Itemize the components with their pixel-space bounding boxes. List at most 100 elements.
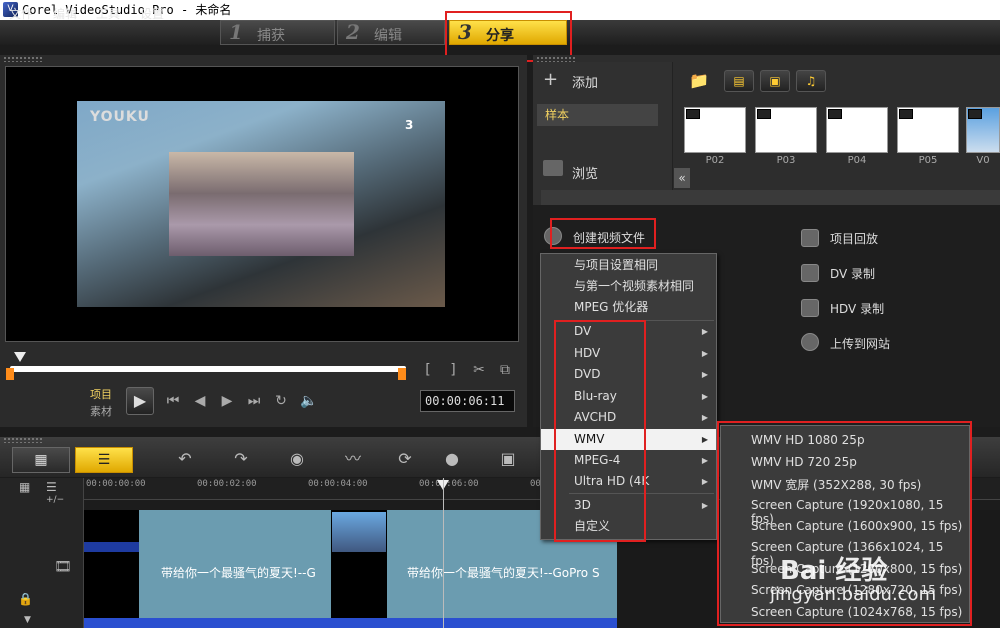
video-clip-thumbnail <box>332 512 386 552</box>
menu-edit[interactable]: 编辑 <box>53 5 77 22</box>
step-label: 捕获 <box>257 28 285 44</box>
step-number: 1 <box>229 20 243 44</box>
timecode-field[interactable]: 00:00:06:11 <box>420 390 515 412</box>
clip-black-segment[interactable] <box>84 510 139 618</box>
submenu-arrow-icon: ▶ <box>701 349 708 358</box>
dv-camera-icon <box>801 264 819 282</box>
mark-in-icon[interactable]: [ <box>417 359 439 381</box>
trim-end-marker[interactable] <box>398 368 406 380</box>
globe-icon <box>801 333 819 351</box>
thumbnail-label: P03 <box>776 155 796 166</box>
step-number: 2 <box>346 20 360 44</box>
film-icon <box>828 109 842 119</box>
submenu-arrow-icon: ▶ <box>701 435 708 444</box>
undo-icon[interactable]: ↶ <box>170 447 200 471</box>
scrub-bar[interactable] <box>10 366 406 372</box>
tab-capture[interactable]: 1 捕获 <box>220 20 335 45</box>
thumbnail[interactable] <box>684 107 746 153</box>
mark-out-icon[interactable]: ] <box>442 359 464 381</box>
title-clip[interactable]: 带给你一个最骚气的夏天!--G <box>139 510 331 618</box>
upload-button[interactable]: 上传到网站 <box>830 335 890 352</box>
submenu-arrow-icon: ▶ <box>701 327 708 336</box>
timeline-view-icon[interactable]: ☰ <box>75 447 133 473</box>
audio-filter-icon[interactable]: ♫ <box>796 70 826 92</box>
hdv-camera-icon <box>801 299 819 317</box>
menu-item-label: 与项目设置相同 <box>574 258 659 272</box>
play-button[interactable]: ▶ <box>126 387 154 415</box>
baidu-watermark-url: jingyan.baidu.com <box>770 584 937 605</box>
sample-folder-item[interactable]: 样本 <box>537 104 658 126</box>
scrubber-handle[interactable] <box>14 352 26 362</box>
menu-settings[interactable]: 设置 <box>140 5 164 22</box>
tick-label: 00:00:02:00 <box>197 479 257 489</box>
storyboard-view-icon[interactable]: ▦ <box>12 447 70 473</box>
menu-item-mpeg-optimizer[interactable]: MPEG 优化器 <box>541 297 716 318</box>
go-start-icon[interactable]: ⏮ <box>162 390 184 412</box>
title-clip-text: 带给你一个最骚气的夏天!--G <box>161 566 316 580</box>
folder-icon[interactable]: 📁 <box>689 71 709 90</box>
submenu-arrow-icon: ▶ <box>701 413 708 422</box>
record-capture-icon[interactable]: ◉ <box>282 447 312 471</box>
highlight-box-formats <box>554 320 646 542</box>
prev-frame-icon[interactable]: ◀ <box>189 390 211 412</box>
project-playback-button[interactable]: 项目回放 <box>830 230 878 247</box>
multi-trim-icon[interactable]: ● <box>437 447 467 471</box>
volume-icon[interactable]: 🔈 <box>298 390 320 412</box>
mode-project[interactable]: 项目 <box>90 386 112 402</box>
auto-music-icon[interactable]: ⟳ <box>390 447 420 471</box>
menu-file[interactable]: 文件 <box>9 5 33 22</box>
redo-icon[interactable]: ↷ <box>226 447 256 471</box>
menu-item-same-as-first-clip[interactable]: 与第一个视频素材相同 <box>541 276 716 297</box>
chapter-icon[interactable]: ☰ <box>46 480 57 494</box>
thumbnail[interactable] <box>755 107 817 153</box>
thumbnail-label: P04 <box>847 155 867 166</box>
go-end-icon[interactable]: ⏭ <box>243 390 265 412</box>
title-safe-icon[interactable]: ▣ <box>493 447 523 471</box>
film-icon <box>899 109 913 119</box>
add-label: 添加 <box>572 76 599 91</box>
trim-start-marker[interactable] <box>6 368 14 380</box>
video-filter-icon[interactable]: ▤ <box>724 70 754 92</box>
film-icon <box>686 109 700 119</box>
thumbnail[interactable] <box>966 107 1000 153</box>
playback-icon <box>801 229 819 247</box>
step-label: 编辑 <box>374 28 402 44</box>
thumbnail-label: P02 <box>705 155 725 166</box>
menu-tools[interactable]: 工具 <box>96 5 120 22</box>
timeline-playhead <box>443 478 444 628</box>
mode-clip[interactable]: 素材 <box>90 403 112 419</box>
thumbnail-label: P05 <box>918 155 938 166</box>
collapse-library-icon[interactable]: « <box>674 168 690 188</box>
video-clip[interactable] <box>331 510 387 618</box>
thumbnail[interactable] <box>826 107 888 153</box>
expand-track-icon[interactable]: ▼ <box>24 615 31 625</box>
clip-transition-bar <box>84 542 139 552</box>
baidu-watermark-logo: Bai 经验 <box>780 556 888 586</box>
submenu-arrow-icon: ▶ <box>701 456 708 465</box>
zoom-fit-icon[interactable]: +/− <box>46 495 64 505</box>
browse-icon <box>543 160 563 176</box>
submenu-arrow-icon: ▶ <box>701 370 708 379</box>
add-button[interactable]: + 添加 <box>541 67 671 95</box>
thumbnail[interactable] <box>897 107 959 153</box>
sound-mixer-icon[interactable]: 〰 <box>338 447 368 471</box>
panel-grip <box>3 56 43 62</box>
menu-item-same-as-project[interactable]: 与项目设置相同 <box>541 255 716 276</box>
scissors-icon[interactable]: ✂ <box>468 359 490 381</box>
browse-button[interactable]: 浏览 <box>541 158 671 186</box>
tick-label: 00:00:00:00 <box>86 479 146 489</box>
submenu-arrow-icon: ▶ <box>701 477 708 486</box>
menu-item-label: 与第一个视频素材相同 <box>574 279 695 293</box>
next-frame-icon[interactable]: ▶ <box>216 390 238 412</box>
repeat-icon[interactable]: ↻ <box>270 390 292 412</box>
audio-strip <box>84 618 617 628</box>
enlarge-icon[interactable]: ⧉ <box>494 359 516 381</box>
dv-record-button[interactable]: DV 录制 <box>830 265 875 282</box>
track-manager-icon[interactable]: ▦ <box>19 480 30 494</box>
submenu-arrow-icon: ▶ <box>701 501 708 510</box>
plus-icon: + <box>543 69 559 90</box>
lock-track-icon[interactable]: 🔒 <box>18 592 33 606</box>
tab-edit[interactable]: 2 编辑 <box>337 20 445 45</box>
hdv-record-button[interactable]: HDV 录制 <box>830 300 884 317</box>
photo-filter-icon[interactable]: ▣ <box>760 70 790 92</box>
